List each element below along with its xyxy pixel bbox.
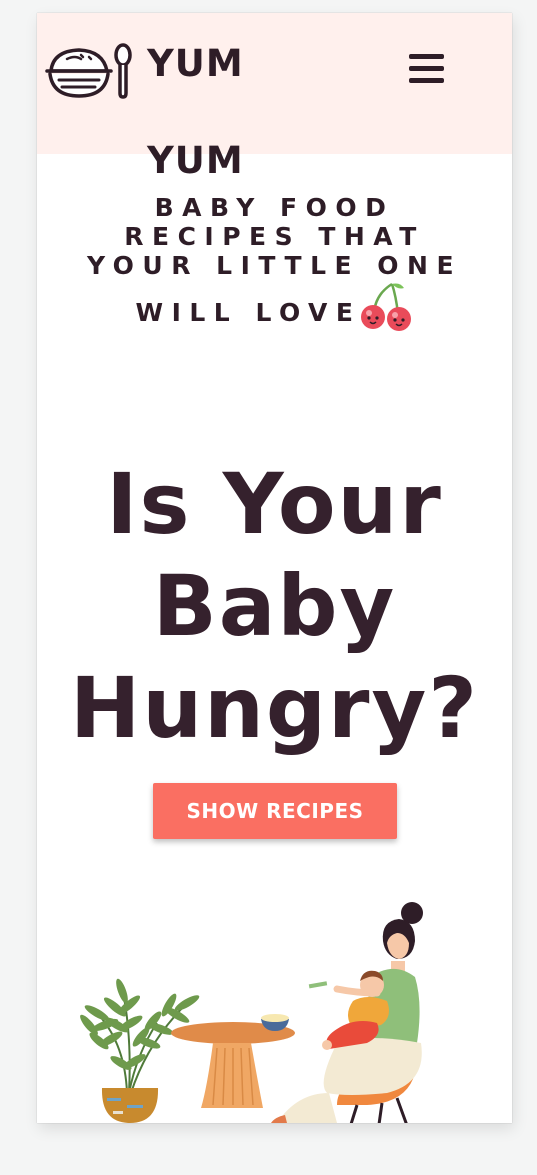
header-bar: YUM [37, 13, 512, 154]
brand-name-line2[interactable]: YUM [147, 139, 244, 183]
tagline-line2: RECIPES THAT [124, 222, 425, 251]
tagline: BABY FOOD RECIPES THAT YOUR LITTLE ONE W… [37, 193, 512, 340]
tagline-line3: YOUR LITTLE ONE [86, 251, 463, 280]
hero-title-line2: Baby [152, 557, 397, 655]
phone-viewport: YUM YUM BABY FOOD RECIPES THAT YOUR LITT… [37, 13, 512, 1123]
brand-name-line1[interactable]: YUM [147, 42, 244, 86]
mother-feeding-baby-illustration [80, 902, 423, 1123]
hero-title: Is Your Baby Hungry? [37, 453, 512, 759]
tagline-line1: BABY FOOD [154, 193, 395, 222]
potted-plant-icon [80, 978, 200, 1123]
hero-title-line3: Hungry? [70, 659, 479, 757]
hamburger-menu-icon [409, 54, 444, 83]
bowl-and-spoon-icon[interactable] [45, 41, 133, 101]
cherries-icon [360, 282, 411, 331]
hero-title-line1: Is Your [106, 455, 443, 553]
show-recipes-button[interactable]: SHOW RECIPES [153, 783, 397, 839]
table-icon [171, 1014, 295, 1108]
tagline-line4: WILL LOVE [135, 298, 362, 327]
hamburger-menu-button[interactable] [407, 51, 447, 87]
tagline-line4-wrap: WILL LOVE [37, 282, 512, 340]
